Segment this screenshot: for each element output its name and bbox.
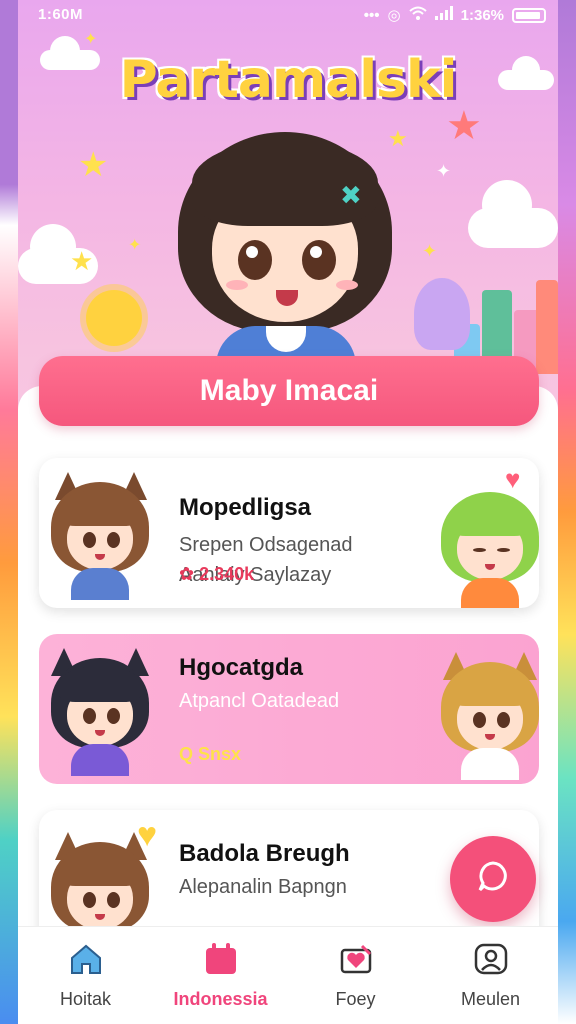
- star-icon: ✦: [128, 237, 142, 254]
- list-card-highlighted[interactable]: Hgocatgda Atpancl Oatadead Q Snsx: [39, 634, 539, 784]
- battery-percent: 1:36%: [460, 6, 504, 24]
- heart-icon: ♥: [137, 816, 158, 854]
- nav-item-foey[interactable]: Foey: [288, 927, 423, 1024]
- rainbow-edge-right: [558, 0, 576, 1024]
- profile-icon: [471, 939, 511, 979]
- nav-label: Hoitak: [59, 989, 112, 1009]
- card-tag: ✿ 2.340k: [179, 564, 255, 584]
- card-tag: Q Snsx: [179, 744, 242, 764]
- card-subtitle: Srepen Odsagenad: [179, 534, 353, 556]
- sync-icon: ◎: [387, 7, 401, 24]
- hero-character: ✖: [170, 120, 400, 386]
- battery-icon: [512, 7, 546, 23]
- chat-bubble-icon: [475, 859, 511, 900]
- cloud-decoration: [468, 180, 558, 248]
- app-screen: 1:60M ••• ◎ 1:36% ✦ ★ ✦ ★ ★ ★ ✦ ✦ Partam…: [18, 0, 558, 1024]
- heart-gift-icon: [336, 939, 376, 979]
- nav-label: Indonessia: [173, 989, 268, 1009]
- nav-item-indonessia[interactable]: Indonessia: [153, 927, 288, 1024]
- signal-icon: [434, 6, 453, 24]
- nav-item-meulen[interactable]: Meulen: [423, 927, 558, 1024]
- calendar-icon: [201, 939, 241, 979]
- star-icon: ✦: [436, 161, 452, 181]
- star-icon: ★: [70, 246, 94, 276]
- nav-item-home[interactable]: Hoitak: [18, 927, 153, 1024]
- card-subtitle: Alepanalin Bapngn: [179, 876, 347, 898]
- star-icon: ✦: [84, 31, 98, 48]
- hair-clip-icon: ✖: [340, 180, 362, 210]
- rainbow-edge-left: [0, 0, 18, 1024]
- notification-dots-icon: •••: [363, 6, 380, 24]
- hero-illustration: ✦ ★ ✦ ★ ★ ★ ✦ ✦ Partamalski ✖: [18, 28, 558, 386]
- status-bar: 1:60M ••• ◎ 1:36%: [18, 4, 558, 26]
- bottom-nav: Hoitak Indonessia Foey Meulen: [18, 926, 558, 1024]
- star-icon: ✦: [422, 241, 438, 261]
- card-title: Hgocatgda: [179, 654, 304, 681]
- banner-button[interactable]: Maby Imacai: [39, 356, 539, 426]
- home-icon: [66, 939, 106, 979]
- star-icon: ★: [78, 146, 109, 184]
- wifi-icon: [408, 6, 427, 24]
- chat-fab-button[interactable]: [450, 836, 536, 922]
- star-icon: ★: [446, 104, 482, 148]
- avatar-character: [45, 648, 155, 776]
- sun-icon: [86, 290, 142, 346]
- side-character: [435, 652, 539, 780]
- card-title: Mopedligsa: [179, 494, 312, 521]
- status-icons: ••• ◎ 1:36%: [364, 6, 546, 24]
- nav-label: Meulen: [460, 989, 521, 1009]
- app-title-logo: Partamalski: [119, 50, 458, 110]
- side-character: [435, 486, 539, 608]
- avatar-character: [45, 472, 155, 600]
- ghost-mascot: [414, 278, 470, 350]
- card-title: Badola Breugh: [179, 840, 350, 867]
- card-subtitle: Atpancl Oatadead: [179, 690, 340, 712]
- status-time: 1:60M: [38, 6, 84, 23]
- nav-label: Foey: [335, 989, 376, 1009]
- list-card[interactable]: Mopedligsa Srepen Odsagenad Aanlaiy Sayl…: [39, 458, 539, 608]
